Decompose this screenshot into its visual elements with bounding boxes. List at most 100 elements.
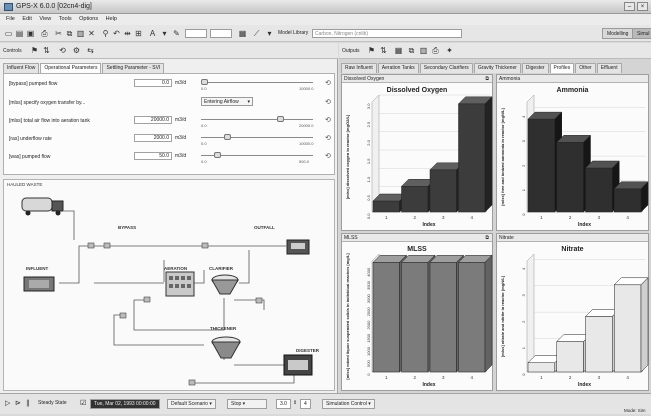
link-icon[interactable]: ⇆ <box>86 46 95 55</box>
tab-operational-parameters[interactable]: Operational Parameters <box>40 63 102 73</box>
y-tick-label: 1 <box>521 188 526 191</box>
print-icon[interactable]: ⎙ <box>40 29 49 38</box>
tab-other[interactable]: Other <box>575 63 596 73</box>
close-button[interactable]: × <box>637 2 648 11</box>
copy-icon[interactable]: ⧉ <box>65 29 74 38</box>
reset-icon[interactable]: ⟲ <box>325 116 331 124</box>
y-axis-label: [mlss] nitrate and nitrite in reactor [m… <box>500 275 505 357</box>
options-icon[interactable]: ⚙ <box>72 46 81 55</box>
text-icon[interactable]: A <box>148 29 157 38</box>
param-slider[interactable] <box>201 152 313 158</box>
reset-icon[interactable]: ⟲ <box>325 134 331 142</box>
delete-icon[interactable]: ✕ <box>87 29 96 38</box>
open-icon[interactable]: ▤ <box>15 29 24 38</box>
slider-thumb[interactable] <box>276 116 284 122</box>
grid-icon[interactable]: ▥ <box>419 46 428 55</box>
draw-icon[interactable]: ✎ <box>172 29 181 38</box>
cut-icon[interactable]: ✂ <box>54 29 63 38</box>
y-tick-label: 2.5 <box>366 121 371 127</box>
undo-icon[interactable]: ↶ <box>112 29 121 38</box>
menu-help[interactable]: Help <box>106 14 117 25</box>
menu-options[interactable]: Options <box>79 14 98 25</box>
line-color-icon[interactable]: ▾ <box>160 29 169 38</box>
table-icon[interactable]: ▦ <box>394 46 403 55</box>
dropdown-icon[interactable]: ▾ <box>265 29 274 38</box>
splitter <box>188 379 196 386</box>
param-unit: m3/d <box>175 80 187 86</box>
scenario-select[interactable]: Default Scenario ▾ <box>167 399 216 409</box>
settings-icon[interactable]: ✦ <box>445 46 454 55</box>
steady-state-checkbox[interactable]: ☑ <box>80 399 86 409</box>
popout-icon[interactable]: ⧉ <box>485 234 489 242</box>
reset-icon[interactable]: ⟲ <box>325 79 331 87</box>
tab-settling-parameter[interactable]: Settling Parameter - SVI <box>102 63 165 73</box>
menu-edit[interactable]: Edit <box>22 14 31 25</box>
plant-layout-canvas[interactable]: HAULED WASTE BYPASS OUTFALL INFLUENT AER… <box>3 179 335 391</box>
param-value-input[interactable]: 0.0 <box>134 79 172 87</box>
pause-icon[interactable]: ∥ <box>26 399 30 409</box>
flip-icon[interactable]: ⇹ <box>123 29 132 38</box>
clarifier <box>211 274 239 295</box>
minimize-button[interactable]: – <box>624 2 635 11</box>
tab-influent-flow[interactable]: Influent Flow <box>3 63 40 73</box>
run-icon[interactable]: ⚑ <box>367 46 376 55</box>
reset-icon[interactable]: ⟲ <box>325 98 331 106</box>
window-title: GPS-X 6.0.0 [02cn4-dig] <box>16 3 92 10</box>
save-icon[interactable]: ▣ <box>26 29 35 38</box>
export-icon[interactable]: ⇅ <box>42 46 51 55</box>
slider-thumb[interactable] <box>213 152 221 158</box>
slider-thumb[interactable] <box>201 79 208 85</box>
grid-icon[interactable]: ⊞ <box>134 29 143 38</box>
reset-icon[interactable]: ⟲ <box>325 152 331 160</box>
chart-panel-mlss: MLSS ⧉ MLSS 0 500 1000 1500 2000 2500 3000 3500 4… <box>341 233 493 391</box>
tab-aeration-tanks[interactable]: Aeration Tanks <box>377 63 419 73</box>
tab-raw-influent[interactable]: Raw Influent <box>341 63 377 73</box>
export-icon[interactable]: ⇅ <box>379 46 388 55</box>
steps-input[interactable]: 4 <box>300 399 311 409</box>
popout-icon[interactable]: ⧉ <box>485 75 489 83</box>
model-library-select[interactable]: Carbon, Nitrogen (cnlib) <box>312 29 462 38</box>
step-icon[interactable]: ⊳ <box>15 399 21 409</box>
x-tick-label: 2 <box>413 215 416 220</box>
slider-min: 0.0 <box>201 123 207 128</box>
oxygen-transfer-dropdown[interactable]: Entering Airflow ▾ <box>201 97 253 106</box>
bar-side <box>484 96 493 213</box>
controls-tabs: Influent Flow Operational Parameters Settl… <box>3 63 165 73</box>
menu-tools[interactable]: Tools <box>59 14 72 25</box>
new-icon[interactable]: ▭ <box>4 29 13 38</box>
param-value-input[interactable]: 2000.0 <box>134 134 172 142</box>
chart-icon[interactable]: ▦ <box>238 29 247 38</box>
zoom-icon[interactable]: ⚲ <box>101 29 110 38</box>
param-slider[interactable] <box>201 134 313 140</box>
menu-view[interactable]: View <box>39 14 51 25</box>
bar <box>585 167 613 213</box>
size-combo[interactable] <box>210 29 232 38</box>
copy-icon[interactable]: ⧉ <box>407 46 416 55</box>
speed-input[interactable]: 3.0 <box>276 399 291 409</box>
stop-select[interactable]: Stop ▾ <box>227 399 267 409</box>
param-slider[interactable] <box>201 116 313 122</box>
menu-file[interactable]: File <box>6 14 15 25</box>
tab-modelling[interactable]: Modelling <box>602 28 634 39</box>
run-icon[interactable]: ⚑ <box>30 46 39 55</box>
simulation-control-button[interactable]: Simulation Control ▾ <box>322 399 375 409</box>
y-tick-label: 2 <box>521 320 526 323</box>
digester-label: DIGESTER <box>296 348 320 353</box>
tab-gravity-thickener[interactable]: Gravity Thickener <box>473 63 521 73</box>
plot-icon[interactable]: ⟋ <box>252 29 261 38</box>
slider-thumb[interactable] <box>224 134 232 140</box>
param-slider[interactable] <box>201 79 313 85</box>
tab-secondary-clarifiers[interactable]: Secondary Clarifiers <box>419 63 473 73</box>
tab-effluent[interactable]: Effluent <box>596 63 622 73</box>
paste-icon[interactable]: ▥ <box>76 29 85 38</box>
param-value-input[interactable]: 50.0 <box>134 152 172 160</box>
tab-digester[interactable]: Digester <box>521 63 549 73</box>
refresh-icon[interactable]: ⟲ <box>58 46 67 55</box>
font-combo[interactable] <box>185 29 207 38</box>
tab-profiles[interactable]: Profiles <box>549 63 575 73</box>
print-icon[interactable]: ⎙ <box>431 46 440 55</box>
tab-simulation[interactable]: Simul <box>632 28 651 39</box>
play-icon[interactable]: ▷ <box>5 399 10 409</box>
param-value-input[interactable]: 20000.0 <box>134 116 172 124</box>
speed-spinner-icon[interactable]: ⇕ <box>293 399 297 409</box>
